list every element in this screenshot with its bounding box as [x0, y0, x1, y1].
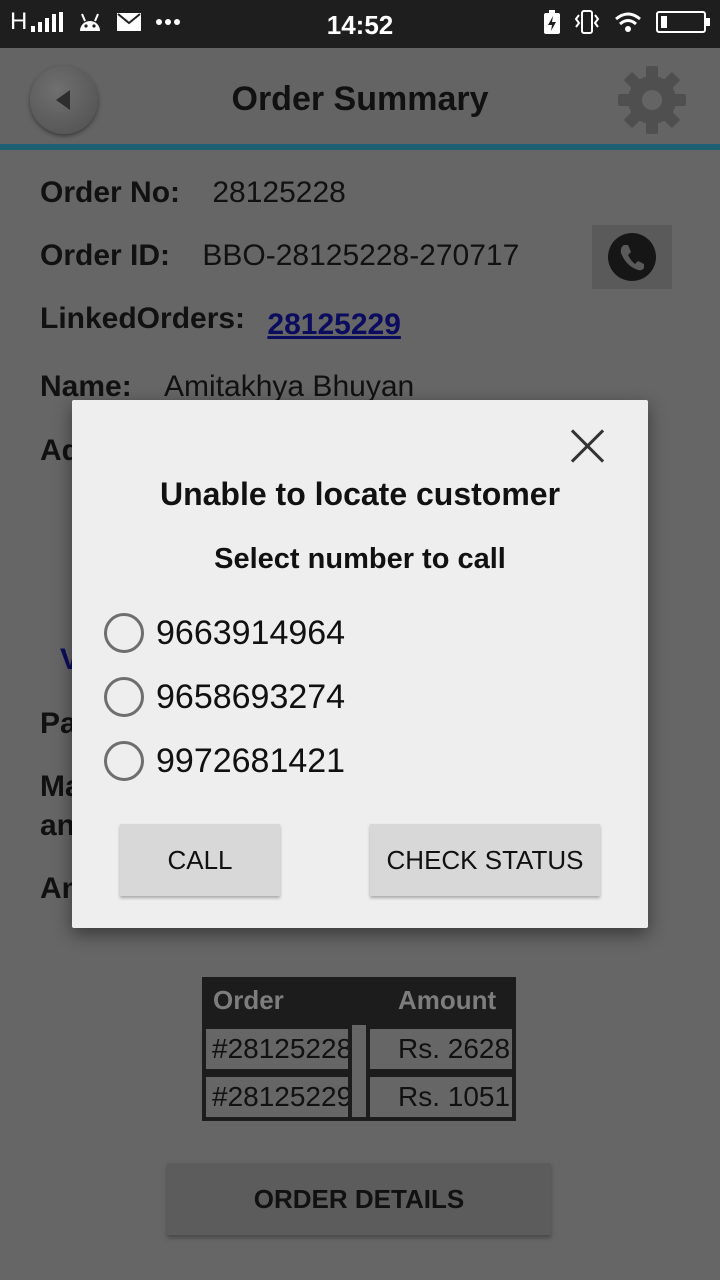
table-cell-order: #28125229: [206, 1077, 348, 1117]
table-header-amount: Amount: [398, 985, 497, 1015]
name-row: Name: Amitakhya Bhuyan: [40, 370, 414, 404]
vibrate-icon: [574, 10, 600, 34]
phone-number: 9972681421: [156, 741, 346, 780]
linked-orders-label: LinkedOrders:: [40, 302, 246, 335]
battery-saver-icon: [544, 10, 560, 34]
table-header-order: Order: [213, 985, 284, 1015]
name-value: Amitakhya Bhuyan: [164, 370, 415, 403]
phone-option[interactable]: 9658693274: [104, 673, 345, 721]
table-column-divider: [352, 1025, 366, 1117]
radio-button[interactable]: [104, 613, 144, 653]
table-cell-amount: Rs. 1051: [370, 1077, 512, 1117]
order-no-row: Order No: 28125228: [40, 176, 346, 210]
linked-orders-row: LinkedOrders: 28125229: [40, 302, 401, 341]
order-no-label: Order No:: [40, 176, 181, 209]
page-title: Order Summary: [231, 80, 489, 118]
table-cell-order: #28125228: [206, 1029, 348, 1069]
radio-button[interactable]: [104, 677, 144, 717]
phone-option[interactable]: 9972681421: [104, 737, 345, 785]
call-button[interactable]: CALL: [120, 824, 280, 896]
order-no-value: 28125228: [212, 176, 346, 209]
phone-option[interactable]: 9663914964: [104, 609, 345, 657]
mark-label-line2: an: [40, 809, 76, 842]
phone-icon: [620, 245, 644, 271]
order-details-button[interactable]: ORDER DETAILS: [167, 1163, 551, 1235]
wifi-icon: [615, 12, 641, 32]
order-id-label: Order ID:: [40, 239, 171, 272]
radio-button[interactable]: [104, 741, 144, 781]
phone-number: 9658693274: [156, 677, 346, 716]
table-cell-amount: Rs. 2628: [370, 1029, 512, 1069]
close-icon[interactable]: [566, 424, 610, 468]
status-bar: H 14:52: [0, 0, 720, 48]
app-header: Order Summary: [0, 48, 720, 144]
battery-icon: [656, 11, 710, 33]
orders-table: Order Amount #28125228 Rs. 2628 #2812522…: [202, 977, 516, 1121]
name-label: Name:: [40, 370, 132, 403]
call-customer-button[interactable]: [592, 225, 672, 289]
linked-order-link[interactable]: 28125229: [267, 308, 400, 341]
dialog-title: Unable to locate customer: [159, 476, 561, 512]
gear-icon[interactable]: [614, 62, 690, 138]
order-id-row: Order ID: BBO-28125228-270717: [40, 239, 519, 273]
order-id-value: BBO-28125228-270717: [202, 239, 520, 272]
dialog-subtitle: Select number to call: [214, 543, 506, 575]
phone-number: 9663914964: [156, 613, 346, 652]
call-customer-dialog: Unable to locate customer Select number …: [72, 400, 648, 928]
check-status-button[interactable]: CHECK STATUS: [370, 824, 600, 896]
